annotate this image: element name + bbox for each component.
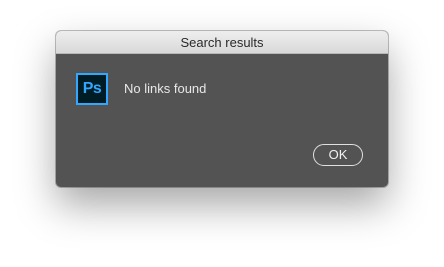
dialog-title: Search results xyxy=(180,35,264,50)
search-results-dialog: Search results Ps No links found OK xyxy=(56,31,388,187)
dialog-titlebar[interactable]: Search results xyxy=(56,31,388,54)
photoshop-icon: Ps xyxy=(76,73,108,105)
dialog-message: No links found xyxy=(124,81,207,96)
ok-button[interactable]: OK xyxy=(313,144,363,166)
